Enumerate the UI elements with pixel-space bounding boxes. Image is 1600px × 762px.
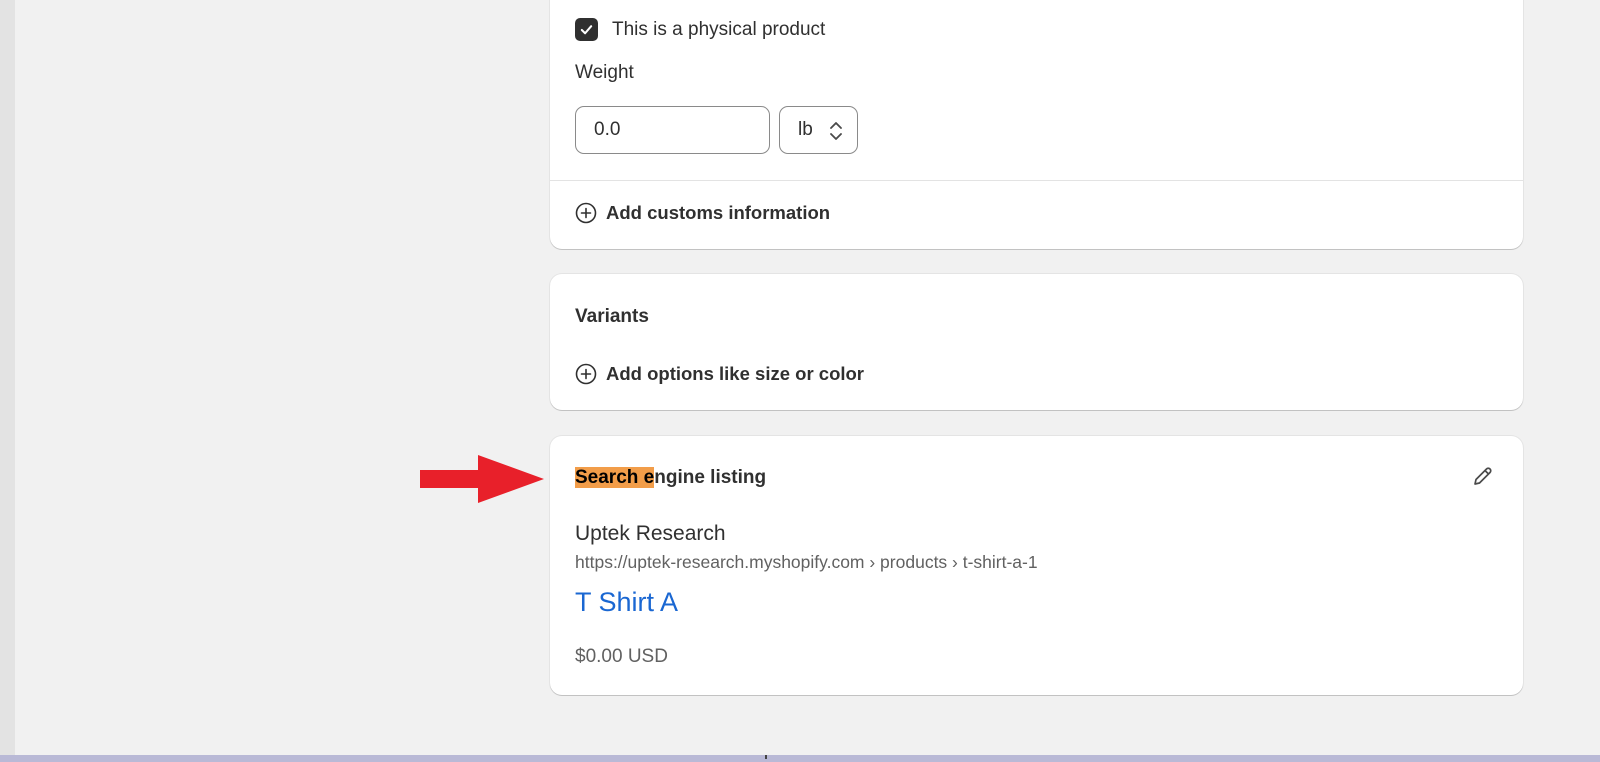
seo-store-name: Uptek Research	[575, 522, 726, 545]
physical-product-checkbox[interactable]	[575, 18, 598, 41]
search-highlight: Search e	[575, 467, 655, 488]
variants-card: Variants Add options like size or color	[550, 274, 1523, 410]
physical-product-label: This is a physical product	[612, 18, 826, 40]
physical-product-row[interactable]: This is a physical product	[575, 18, 825, 41]
bottom-bar-tick	[765, 755, 767, 759]
weight-label: Weight	[575, 62, 634, 83]
bottom-scroll-bar	[0, 755, 1600, 762]
add-options-label: Add options like size or color	[606, 363, 865, 384]
variants-title: Variants	[575, 306, 649, 327]
weight-unit-select[interactable]: lb	[779, 106, 858, 154]
red-arrow-annotation	[420, 455, 544, 503]
weight-input[interactable]: 0.0	[575, 106, 770, 154]
seo-url: https://uptek-research.myshopify.com › p…	[575, 552, 1038, 572]
plus-circle-icon	[575, 202, 597, 224]
divider	[550, 180, 1523, 181]
weight-unit-value: lb	[798, 119, 813, 140]
plus-circle-icon	[575, 363, 597, 385]
weight-value: 0.0	[594, 119, 621, 140]
search-engine-listing-title: Search engine listing	[575, 467, 766, 489]
checkmark-icon	[580, 25, 593, 35]
seo-price: $0.00 USD	[575, 646, 668, 667]
search-engine-listing-card: Search engine listing Uptek Research htt…	[550, 436, 1523, 695]
left-edge-strip	[0, 0, 15, 762]
select-chevron-icon	[830, 122, 842, 140]
add-customs-button[interactable]: Add customs information	[575, 202, 830, 224]
pencil-icon[interactable]	[1471, 464, 1495, 488]
add-customs-label: Add customs information	[606, 202, 831, 223]
shipping-card: This is a physical product Weight 0.0 lb…	[550, 0, 1523, 249]
add-options-button[interactable]: Add options like size or color	[575, 363, 864, 385]
seo-product-title: T Shirt A	[575, 587, 679, 617]
search-engine-listing-title-rest: ngine listing	[654, 467, 767, 488]
